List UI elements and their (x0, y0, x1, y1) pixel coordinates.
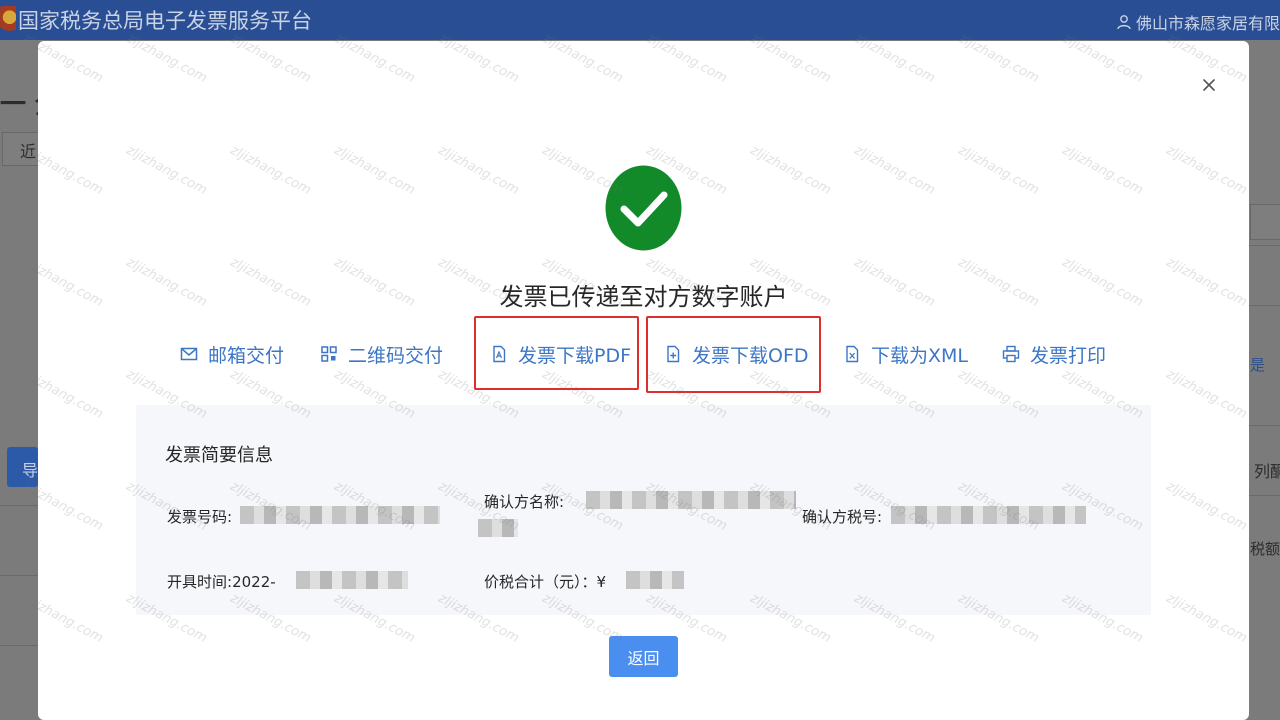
issue-time-redacted (296, 571, 408, 589)
mail-icon (180, 345, 198, 363)
summary-heading: 发票简要信息 (165, 445, 273, 466)
print-invoice-label: 发票打印 (1030, 344, 1107, 367)
user-menu[interactable]: 佛山市森愿家居有限 (1116, 10, 1280, 34)
invoice-summary-panel: 发票简要信息 发票号码: 确认方名称: 确认方税号: 开具时间:2022- 价税… (136, 405, 1151, 615)
total-amount-label: 价税合计（元）：¥ (484, 571, 606, 592)
delivery-actions: 邮箱交付 二维码交付 发票下载PDF 发票下载OFD 下载为XML 发票打印 (38, 339, 1249, 369)
issue-time-value: 2022- (232, 573, 276, 591)
close-icon (1203, 79, 1215, 91)
bg-right-select (1250, 204, 1280, 240)
app-header: 国家税务总局电子发票服务平台 佛山市森愿家居有限 (0, 0, 1280, 40)
tax-emblem-icon (0, 6, 16, 34)
download-xml-label: 下载为XML (871, 344, 968, 367)
user-icon (1117, 15, 1131, 30)
issue-time-label: 开具时间:2022- (167, 571, 276, 592)
watermark-text: zljizhang.com (851, 142, 938, 199)
pdf-highlight-box (474, 316, 639, 390)
total-currency: ¥ (596, 573, 607, 591)
close-button[interactable] (1199, 75, 1219, 95)
watermark-text: zljizhang.com (1163, 478, 1250, 535)
watermark-text: zljizhang.com (955, 142, 1042, 199)
printer-icon (1002, 345, 1020, 363)
confirm-tax-redacted (891, 506, 1086, 524)
qrcode-delivery-label: 二维码交付 (348, 344, 444, 367)
watermark-text: zljizhang.com (123, 142, 210, 199)
watermark-text: zljizhang.com (1163, 366, 1250, 423)
bg-button-fragment: 导 (22, 461, 39, 480)
bg-right-fragment: 税额 (1250, 540, 1280, 558)
bg-divider (1249, 305, 1280, 306)
status-title: 发票已传递至对方数字账户 (499, 283, 788, 311)
bg-divider (0, 505, 38, 506)
bg-right-fragment: 是 (1250, 356, 1266, 374)
watermark-text: zljizhang.com (331, 142, 418, 199)
invoice-delivery-dialog: 发票已传递至对方数字账户 邮箱交付 二维码交付 发票下载PDF 发票下载OFD (20, 31, 1250, 720)
total-label-text: 价税合计（元）： (484, 573, 597, 591)
return-button[interactable]: 返回 (609, 636, 678, 677)
bg-select-fragment: 近 (20, 142, 37, 161)
user-name: 佛山市森愿家居有限 (1135, 14, 1280, 33)
qrcode-delivery-button[interactable]: 二维码交付 (320, 339, 443, 369)
issue-time-label-text: 开具时间: (167, 573, 233, 591)
watermark-text: zljizhang.com (1059, 142, 1146, 199)
bg-right-fragment: 列酮 (1254, 462, 1280, 481)
watermark-text: zljizhang.com (435, 142, 522, 199)
invoice-number-redacted (240, 506, 440, 524)
print-invoice-button[interactable]: 发票打印 (1002, 339, 1106, 369)
watermark-text: zljizhang.com (1163, 590, 1250, 647)
bg-divider (0, 575, 38, 576)
email-delivery-label: 邮箱交付 (208, 344, 285, 367)
success-check-icon (605, 165, 682, 251)
email-delivery-button[interactable]: 邮箱交付 (180, 339, 284, 369)
xml-file-icon (843, 345, 861, 363)
bg-divider (1249, 425, 1280, 426)
confirm-tax-label: 确认方税号: (802, 508, 883, 526)
total-amount-redacted (626, 571, 684, 589)
bg-divider (0, 645, 38, 646)
watermark-text: zljizhang.com (1163, 142, 1250, 199)
confirm-name-label: 确认方名称: (484, 493, 565, 511)
bg-divider (1249, 245, 1280, 246)
invoice-number-label: 发票号码: (167, 508, 233, 526)
qrcode-icon (320, 345, 338, 363)
bg-divider (1249, 495, 1280, 496)
confirm-name-redacted (586, 491, 796, 509)
download-xml-button[interactable]: 下载为XML (843, 339, 968, 369)
app-title: 国家税务总局电子发票服务平台 (18, 9, 312, 33)
confirm-name-redacted-2 (478, 519, 518, 537)
watermark-text: zljizhang.com (747, 142, 834, 199)
watermark-text: zljizhang.com (227, 142, 314, 199)
ofd-highlight-box (646, 316, 821, 393)
